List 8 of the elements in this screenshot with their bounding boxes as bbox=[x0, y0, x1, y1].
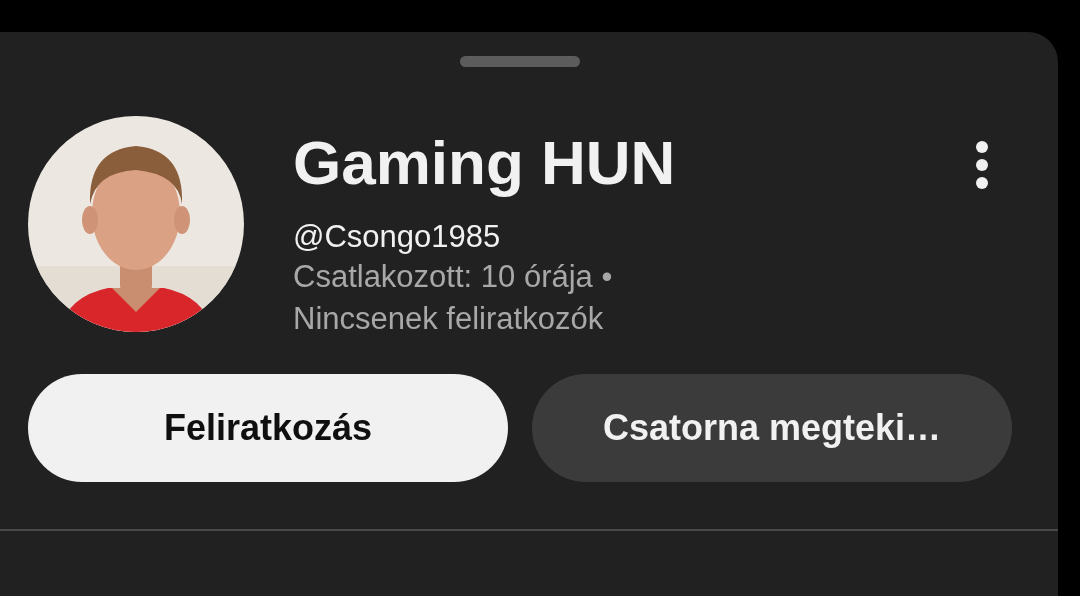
subscribe-button[interactable]: Feliratkozás bbox=[28, 374, 508, 482]
view-channel-button[interactable]: Csatorna megteki… bbox=[532, 374, 1012, 482]
channel-info-text: Nincsenek feliratkozók bbox=[293, 300, 605, 338]
channel-handle: @Csongo1985 bbox=[293, 218, 502, 256]
more-options-icon[interactable] bbox=[975, 140, 989, 190]
drag-handle[interactable] bbox=[460, 56, 580, 67]
channel-name: Gaming HUN bbox=[293, 127, 676, 199]
channel-info-text: Csatlakozott: 10 órája • bbox=[293, 258, 614, 296]
